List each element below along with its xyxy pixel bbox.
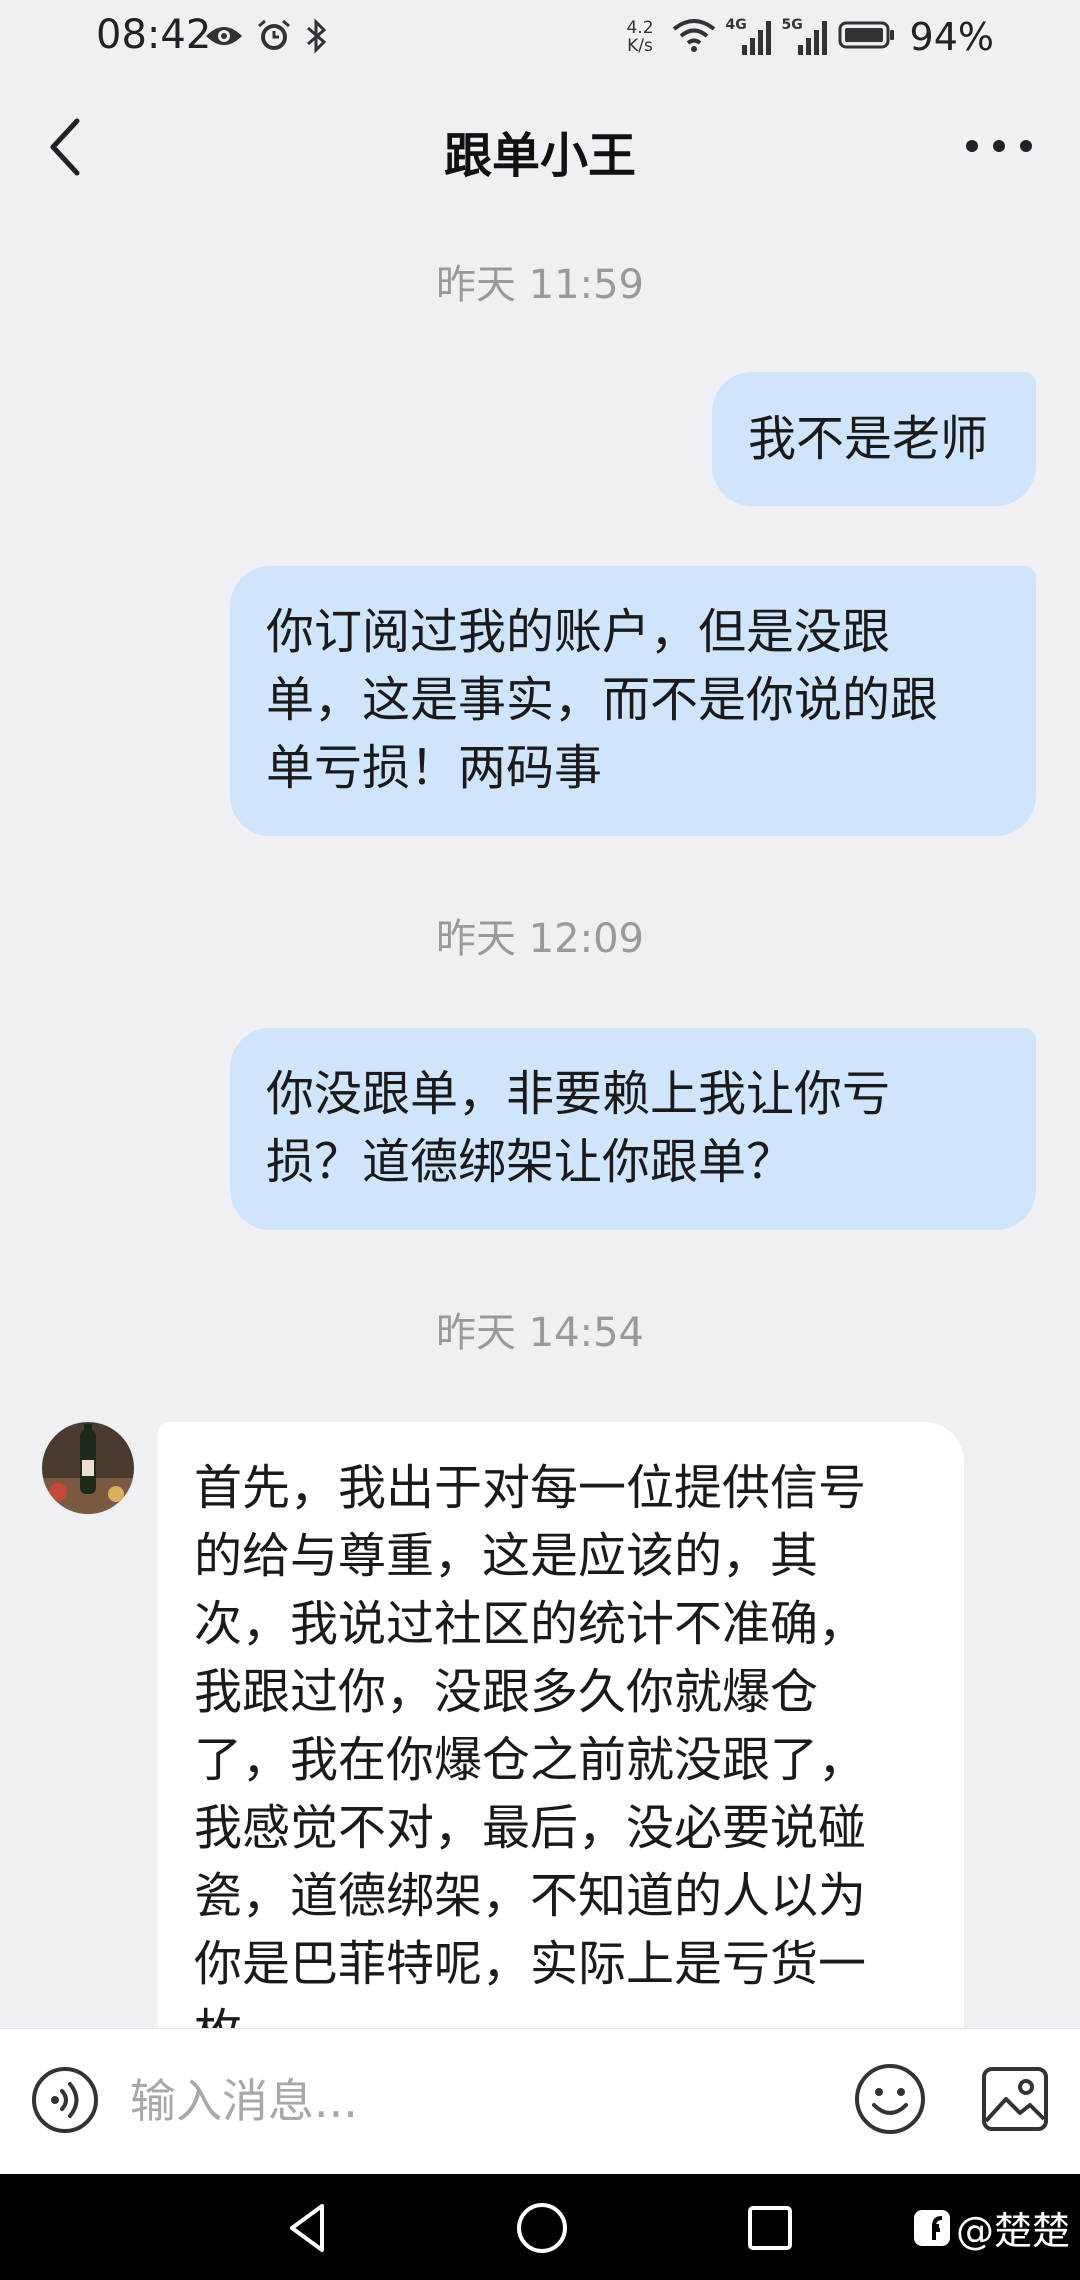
net-4g-label: 4G bbox=[725, 17, 747, 33]
system-nav-bar: @楚楚 bbox=[0, 2174, 1080, 2280]
message-line: 首先，我出于对每一位提供信号 bbox=[194, 1460, 867, 1516]
wifi-icon bbox=[672, 17, 716, 57]
nav-recent-button[interactable] bbox=[740, 2198, 800, 2258]
input-bar bbox=[0, 2028, 1080, 2175]
outgoing-message[interactable]: 你订阅过我的账户，但是没跟 单，这是事实，而不是你说的跟 单亏损！两码事 bbox=[230, 566, 1036, 836]
voice-button[interactable] bbox=[30, 2065, 100, 2135]
image-icon bbox=[982, 2067, 1048, 2131]
net-speed-value: 4.2 bbox=[626, 18, 654, 38]
message-line: 你是巴菲特呢，实际上是亏货一 bbox=[194, 1936, 867, 1992]
message-timestamp: 昨天 12:09 bbox=[436, 916, 644, 962]
message-line: 我感觉不对，最后，没必要说碰 bbox=[194, 1800, 867, 1856]
message-timestamp: 昨天 11:59 bbox=[436, 262, 644, 308]
message-timestamp: 昨天 14:54 bbox=[436, 1310, 644, 1356]
avatar[interactable] bbox=[42, 1422, 134, 1514]
nav-recent-icon bbox=[748, 2206, 792, 2250]
watermark: @楚楚 bbox=[913, 2200, 1070, 2255]
message-line: 次，我说过社区的统计不准确， bbox=[194, 1596, 867, 1652]
message-line: 我跟过你，没跟多久你就爆仓 bbox=[194, 1664, 819, 1720]
signal-icon-4g: 4G bbox=[726, 17, 772, 57]
emoji-icon bbox=[855, 2064, 925, 2134]
net-5g-label: 5G bbox=[781, 17, 803, 33]
message-line: 单亏损！两码事 bbox=[266, 740, 603, 796]
nav-back-button[interactable] bbox=[280, 2198, 340, 2258]
bluetooth-icon bbox=[304, 18, 328, 58]
status-right: 4.2 K/s 4G 5G 94% bbox=[626, 10, 994, 64]
battery-icon bbox=[838, 19, 896, 55]
message-line: 的给与尊重，这是应该的，其 bbox=[194, 1528, 819, 1584]
watermark-logo-icon bbox=[913, 2209, 950, 2246]
more-icon bbox=[966, 140, 1032, 152]
image-button[interactable] bbox=[980, 2061, 1050, 2137]
message-line: 我不是老师 bbox=[748, 411, 989, 467]
signal-icon-5g: 5G bbox=[782, 17, 828, 57]
status-time: 08:42 bbox=[96, 12, 212, 58]
message-line: 瓷，道德绑架，不知道的人以为 bbox=[194, 1868, 867, 1924]
message-line: 了，我在你爆仓之前就没跟了， bbox=[194, 1732, 867, 1788]
chat-messages[interactable]: 昨天 11:59 我不是老师 你订阅过我的账户，但是没跟 单，这是事实，而不是你… bbox=[0, 200, 1080, 2028]
outgoing-message[interactable]: 你没跟单，非要赖上我让你亏 损？道德绑架让你跟单？ bbox=[230, 1028, 1036, 1230]
message-line: 枚 bbox=[194, 1998, 928, 2028]
incoming-message[interactable]: 首先，我出于对每一位提供信号 的给与尊重，这是应该的，其 次，我说过社区的统计不… bbox=[158, 1422, 964, 2028]
message-line: 你没跟单，非要赖上我让你亏 bbox=[266, 1066, 891, 1122]
more-button[interactable] bbox=[954, 116, 1044, 176]
watermark-text: @楚楚 bbox=[955, 2209, 1070, 2253]
eye-icon bbox=[204, 22, 244, 54]
message-input[interactable] bbox=[130, 2059, 830, 2143]
message-line: 单，这是事实，而不是你说的跟 bbox=[266, 672, 939, 728]
status-left-icons bbox=[204, 16, 328, 60]
nav-home-icon bbox=[517, 2203, 567, 2253]
net-speed-unit: K/s bbox=[627, 36, 653, 56]
chat-header: 跟单小王 bbox=[0, 92, 1080, 200]
nav-home-button[interactable] bbox=[512, 2198, 572, 2258]
emoji-button[interactable] bbox=[852, 2061, 928, 2137]
status-bar: 08:42 4.2 K/s 4G 5G 94% bbox=[0, 0, 1080, 74]
page-title: 跟单小王 bbox=[443, 128, 636, 184]
message-line: 你订阅过我的账户，但是没跟 bbox=[266, 604, 891, 660]
nav-back-icon bbox=[290, 2204, 324, 2252]
message-line: 损？道德绑架让你跟单？ bbox=[266, 1134, 795, 1190]
battery-percent: 94% bbox=[909, 15, 994, 59]
network-speed: 4.2 K/s bbox=[626, 19, 653, 55]
outgoing-message[interactable]: 我不是老师 bbox=[712, 372, 1036, 506]
alarm-icon bbox=[256, 18, 292, 58]
voice-icon bbox=[32, 2067, 98, 2133]
